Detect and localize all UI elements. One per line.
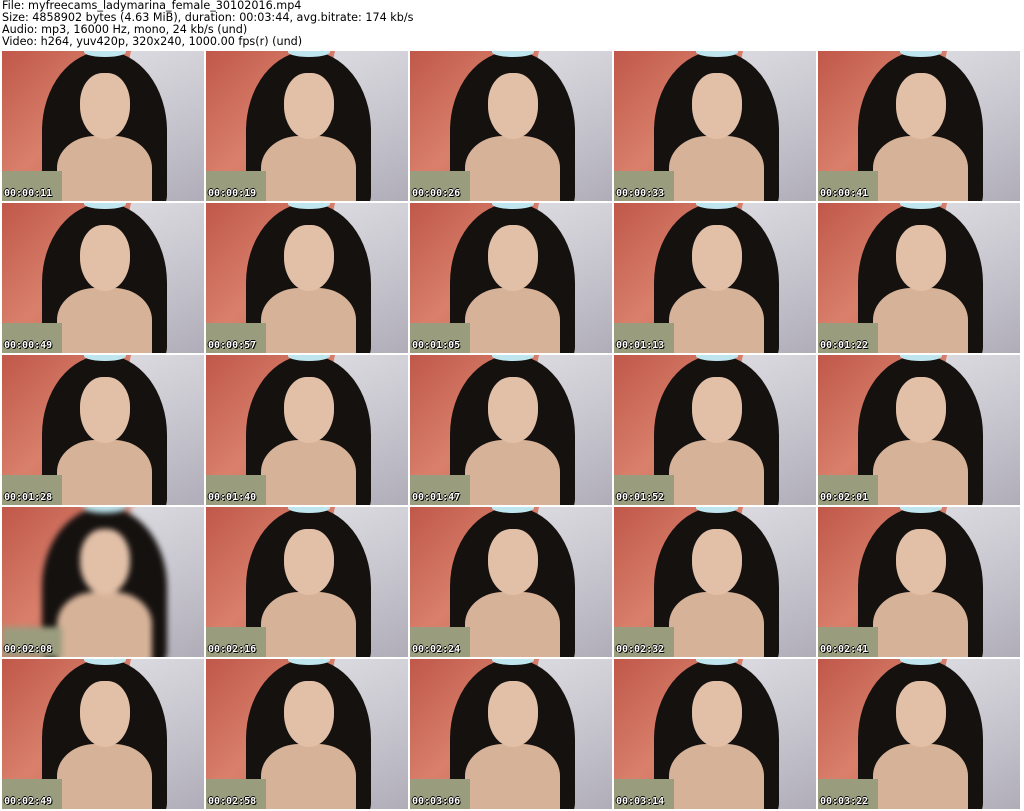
thumbnail-image [818,659,1020,809]
timestamp: 00:03:22 [820,796,869,807]
video-thumbnail[interactable]: 00:02:08 [2,507,204,657]
thumbnail-image [206,659,408,809]
video-info: Video: h264, yuv420p, 320x240, 1000.00 f… [2,35,303,48]
timestamp: 00:00:19 [208,188,257,199]
timestamp: 00:01:05 [412,340,461,351]
video-thumbnail[interactable]: 00:00:26 [410,51,612,201]
thumbnail-image [206,355,408,505]
thumbnail-image [614,51,816,201]
thumbnail-image [614,507,816,657]
video-thumbnail[interactable]: 00:02:16 [206,507,408,657]
thumbnail-image [614,355,816,505]
video-thumbnail[interactable]: 00:00:11 [2,51,204,201]
thumbnail-image [410,355,612,505]
timestamp: 00:02:32 [616,644,665,655]
thumbnail-image [2,355,204,505]
timestamp: 00:00:41 [820,188,869,199]
video-thumbnail[interactable]: 00:02:49 [2,659,204,809]
timestamp: 00:01:52 [616,492,665,503]
thumbnail-image [614,203,816,353]
thumbnail-image [2,659,204,809]
video-thumbnail[interactable]: 00:01:22 [818,203,1020,353]
thumbnail-image [2,51,204,201]
video-thumbnail[interactable]: 00:01:47 [410,355,612,505]
thumbnail-grid: 00:00:11 00:00:19 00:00:26 00:00:33 00:0… [2,51,1020,809]
video-thumbnail[interactable]: 00:01:52 [614,355,816,505]
timestamp: 00:01:47 [412,492,461,503]
thumbnail-image [818,507,1020,657]
video-thumbnail[interactable]: 00:00:57 [206,203,408,353]
timestamp: 00:00:33 [616,188,665,199]
thumbnail-image [410,507,612,657]
video-thumbnail[interactable]: 00:02:58 [206,659,408,809]
timestamp: 00:03:14 [616,796,665,807]
timestamp: 00:00:49 [4,340,53,351]
video-thumbnail[interactable]: 00:03:14 [614,659,816,809]
video-thumbnail[interactable]: 00:00:41 [818,51,1020,201]
timestamp: 00:00:57 [208,340,257,351]
video-thumbnail[interactable]: 00:03:06 [410,659,612,809]
video-thumbnail[interactable]: 00:01:05 [410,203,612,353]
timestamp: 00:00:11 [4,188,53,199]
timestamp: 00:01:13 [616,340,665,351]
thumbnail-image [410,51,612,201]
timestamp: 00:03:06 [412,796,461,807]
video-thumbnail[interactable]: 00:00:49 [2,203,204,353]
video-thumbnail[interactable]: 00:02:24 [410,507,612,657]
thumbnail-image [206,51,408,201]
thumbnail-image [410,659,612,809]
timestamp: 00:01:40 [208,492,257,503]
file-info-header: File: myfreecams_ladymarina_female_30102… [2,0,413,48]
thumbnail-image [818,51,1020,201]
video-thumbnail[interactable]: 00:01:40 [206,355,408,505]
timestamp: 00:02:24 [412,644,461,655]
video-thumbnail[interactable]: 00:03:22 [818,659,1020,809]
timestamp: 00:01:28 [4,492,53,503]
timestamp: 00:01:22 [820,340,869,351]
video-thumbnail[interactable]: 00:02:41 [818,507,1020,657]
thumbnail-image [206,507,408,657]
thumbnail-image [818,203,1020,353]
video-thumbnail[interactable]: 00:02:32 [614,507,816,657]
timestamp: 00:02:01 [820,492,869,503]
video-thumbnail[interactable]: 00:00:19 [206,51,408,201]
thumbnail-image [818,355,1020,505]
timestamp: 00:02:41 [820,644,869,655]
video-thumbnail[interactable]: 00:02:01 [818,355,1020,505]
video-thumbnail[interactable]: 00:00:33 [614,51,816,201]
thumbnail-image [2,507,204,657]
thumbnail-image [614,659,816,809]
timestamp: 00:00:26 [412,188,461,199]
thumbnail-image [206,203,408,353]
video-thumbnail[interactable]: 00:01:13 [614,203,816,353]
thumbnail-image [410,203,612,353]
video-thumbnail[interactable]: 00:01:28 [2,355,204,505]
timestamp: 00:02:58 [208,796,257,807]
timestamp: 00:02:16 [208,644,257,655]
timestamp: 00:02:49 [4,796,53,807]
timestamp: 00:02:08 [4,644,53,655]
thumbnail-image [2,203,204,353]
